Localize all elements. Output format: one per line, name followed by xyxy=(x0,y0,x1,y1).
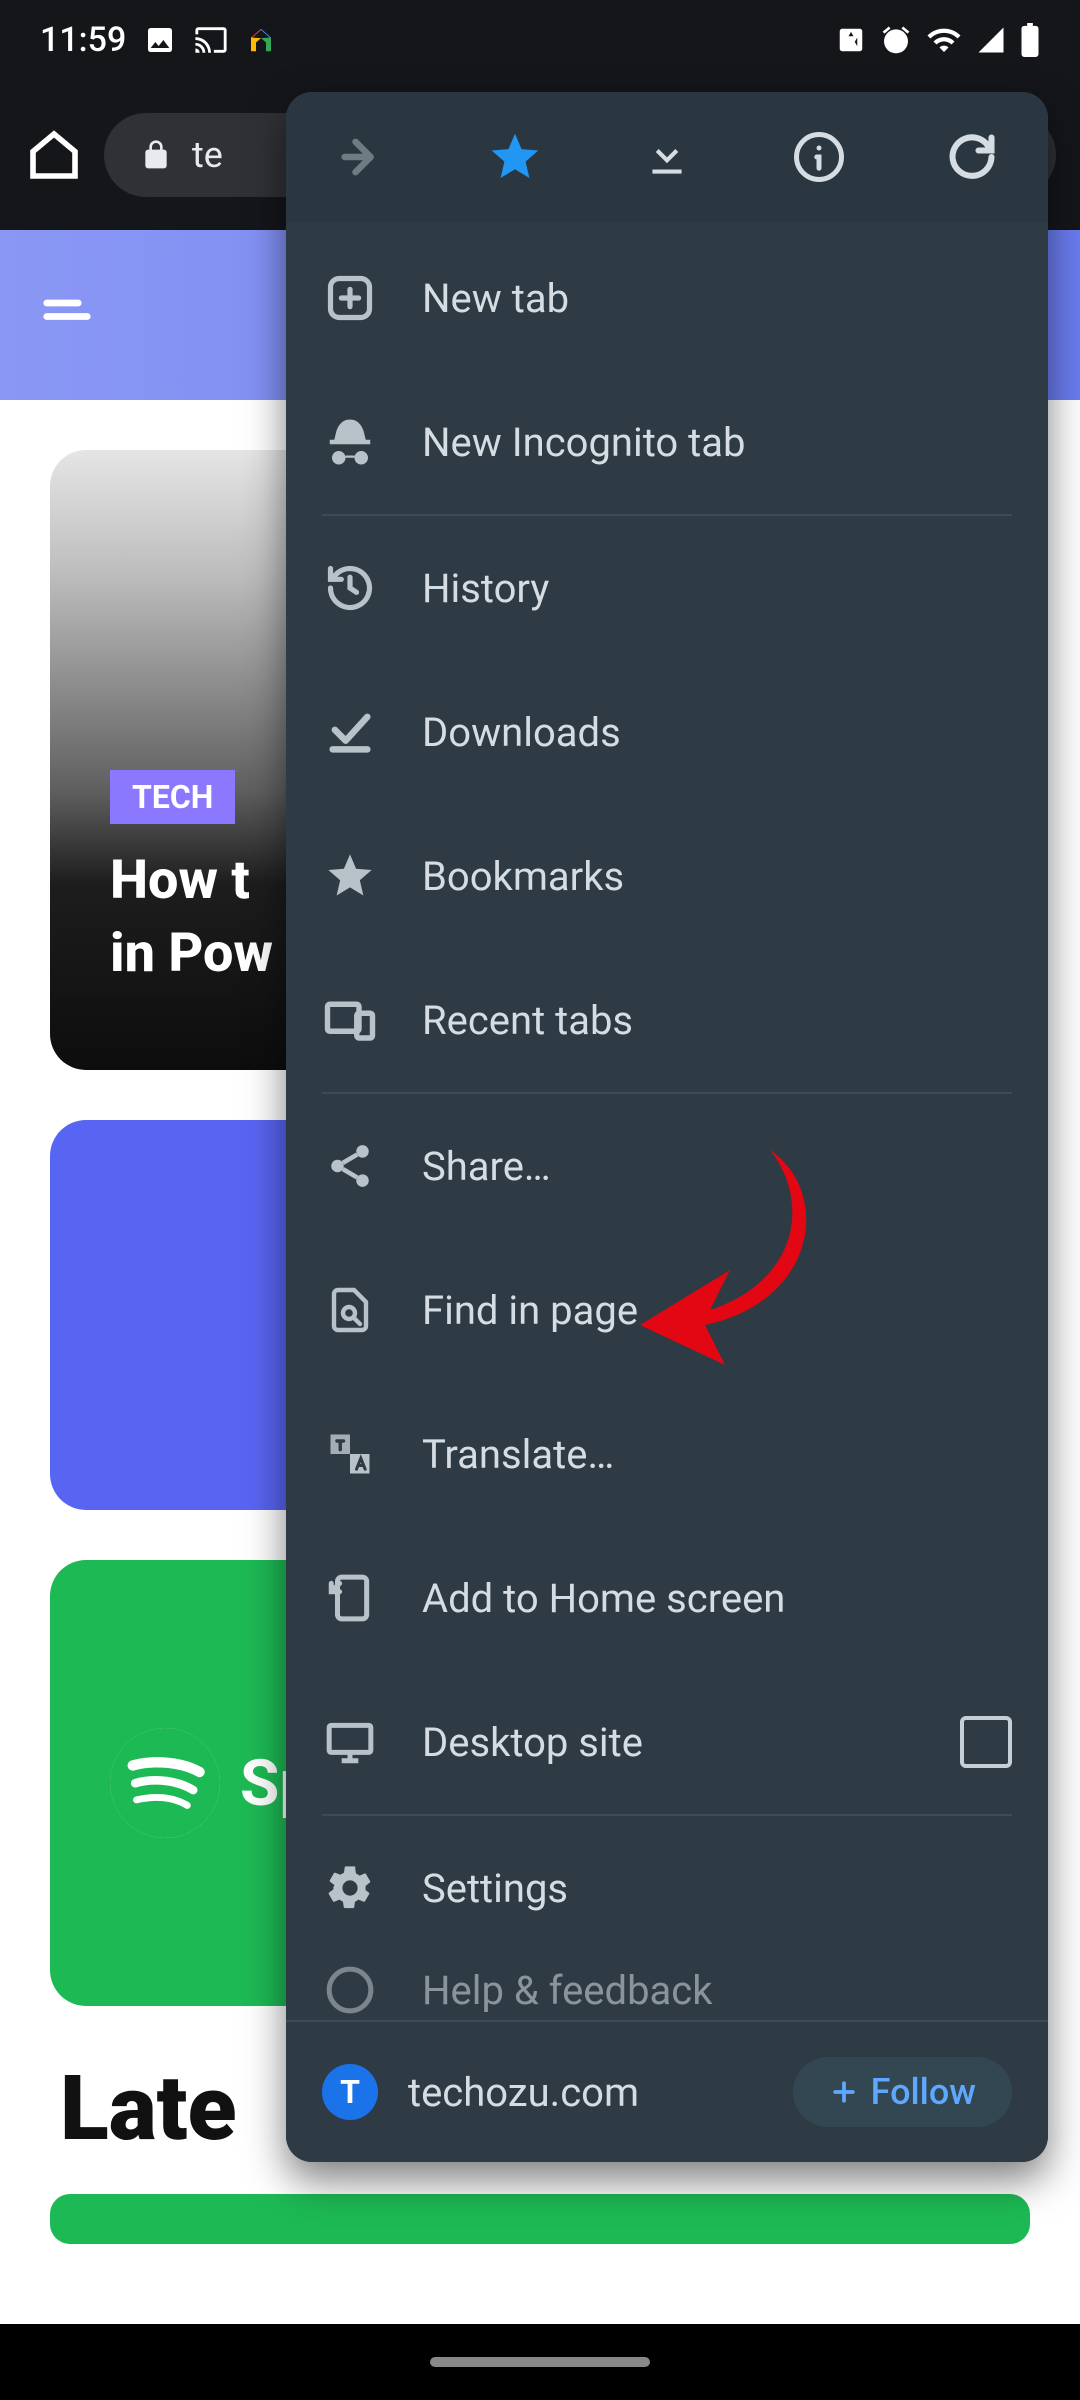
battery-icon xyxy=(1020,23,1040,57)
menu-top-icon-row xyxy=(286,92,1048,222)
info-button[interactable] xyxy=(783,121,855,193)
menu-label: Recent tabs xyxy=(422,997,1012,1044)
follow-button[interactable]: Follow xyxy=(793,2057,1012,2127)
history-icon xyxy=(322,560,378,616)
menu-label: New tab xyxy=(422,275,1012,322)
menu-item-share[interactable]: Share… xyxy=(286,1094,1048,1238)
menu-item-help[interactable]: Help & feedback xyxy=(286,1960,1048,2020)
incognito-icon xyxy=(322,414,378,470)
download-button[interactable] xyxy=(631,121,703,193)
url-text: te xyxy=(192,134,223,176)
menu-label: Settings xyxy=(422,1865,1012,1912)
cast-icon xyxy=(194,23,228,57)
menu-label: Bookmarks xyxy=(422,853,1012,900)
browser-overflow-menu: New tab New Incognito tab History Downlo… xyxy=(286,92,1048,2162)
translate-icon xyxy=(322,1426,378,1482)
status-time: 11:59 xyxy=(40,20,126,60)
menu-item-settings[interactable]: Settings xyxy=(286,1816,1048,1960)
menu-item-incognito[interactable]: New Incognito tab xyxy=(286,370,1048,514)
star-icon xyxy=(322,848,378,904)
menu-item-downloads[interactable]: Downloads xyxy=(286,660,1048,804)
menu-label: History xyxy=(422,565,1012,612)
google-home-icon xyxy=(246,25,276,55)
add-home-icon xyxy=(322,1570,378,1626)
menu-label: New Incognito tab xyxy=(422,419,1012,466)
desktop-icon xyxy=(322,1714,378,1770)
devices-icon xyxy=(322,992,378,1048)
bottom-card[interactable] xyxy=(50,2194,1030,2244)
category-tag: TECH xyxy=(110,770,235,824)
menu-label: Find in page xyxy=(422,1287,1012,1334)
android-nav-bar xyxy=(0,2324,1080,2400)
follow-label: Follow xyxy=(871,2071,976,2113)
alarm-icon xyxy=(880,24,912,56)
plus-box-icon xyxy=(322,270,378,326)
recycle-icon xyxy=(836,25,866,55)
menu-footer: T techozu.com Follow xyxy=(286,2020,1048,2162)
site-name: techozu.com xyxy=(408,2069,763,2116)
find-in-page-icon xyxy=(322,1282,378,1338)
share-icon xyxy=(322,1138,378,1194)
article-headline: How t in Pow xyxy=(110,845,273,991)
check-underline-icon xyxy=(322,704,378,760)
wifi-icon xyxy=(926,22,962,58)
menu-label: Add to Home screen xyxy=(422,1575,1012,1622)
desktop-site-checkbox[interactable] xyxy=(960,1716,1012,1768)
home-button[interactable] xyxy=(24,125,84,185)
forward-button[interactable] xyxy=(326,121,398,193)
menu-item-history[interactable]: History xyxy=(286,516,1048,660)
menu-item-bookmarks[interactable]: Bookmarks xyxy=(286,804,1048,948)
menu-label: Share… xyxy=(422,1143,1012,1190)
menu-item-desktop-site[interactable]: Desktop site xyxy=(286,1670,1048,1814)
lock-icon xyxy=(140,139,172,171)
hamburger-icon[interactable] xyxy=(40,285,100,345)
menu-label: Translate… xyxy=(422,1431,1012,1478)
bookmark-star-button[interactable] xyxy=(479,121,551,193)
menu-label: Desktop site xyxy=(422,1719,916,1766)
status-bar: 11:59 xyxy=(0,0,1080,80)
menu-label: Downloads xyxy=(422,709,1012,756)
site-favicon: T xyxy=(322,2064,378,2120)
reload-button[interactable] xyxy=(936,121,1008,193)
image-icon xyxy=(144,24,176,56)
menu-label: Help & feedback xyxy=(422,1967,1012,2014)
menu-item-new-tab[interactable]: New tab xyxy=(286,226,1048,370)
menu-item-find-in-page[interactable]: Find in page xyxy=(286,1238,1048,1382)
menu-item-recent-tabs[interactable]: Recent tabs xyxy=(286,948,1048,1092)
menu-item-translate[interactable]: Translate… xyxy=(286,1382,1048,1526)
gesture-handle[interactable] xyxy=(430,2357,650,2367)
menu-item-list: New tab New Incognito tab History Downlo… xyxy=(286,222,1048,2020)
gear-icon xyxy=(322,1860,378,1916)
help-icon xyxy=(322,1962,378,2018)
menu-item-add-home[interactable]: Add to Home screen xyxy=(286,1526,1048,1670)
signal-icon xyxy=(976,25,1006,55)
